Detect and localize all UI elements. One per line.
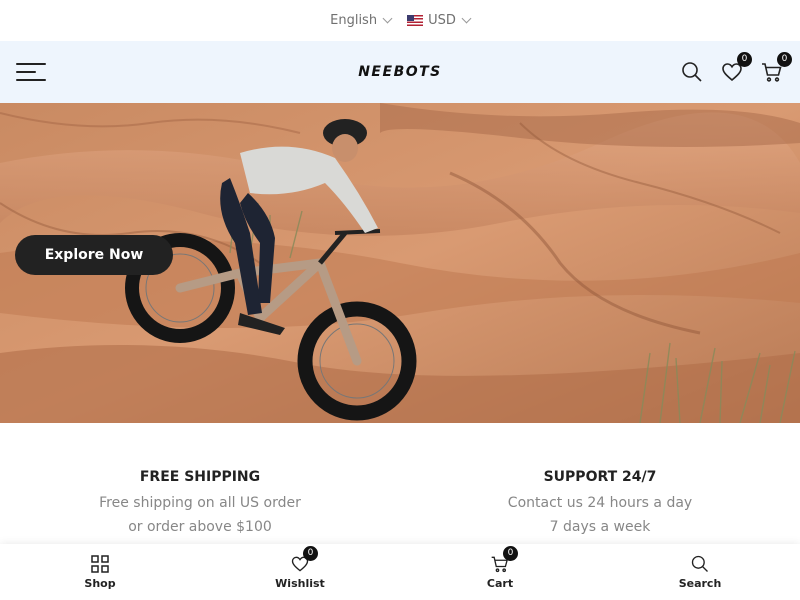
wishlist-count-badge: 0 xyxy=(737,52,752,67)
feature-text: Free shipping on all US order xyxy=(99,495,301,511)
nav-wishlist[interactable]: 0 Wishlist xyxy=(200,544,400,600)
cart-button[interactable]: 0 xyxy=(760,52,792,84)
currency-selector[interactable]: USD xyxy=(407,13,472,28)
cart-count-badge: 0 xyxy=(503,546,518,561)
grid-icon xyxy=(90,554,110,574)
feature-title: SUPPORT 24/7 xyxy=(543,469,657,485)
cart-count-badge: 0 xyxy=(777,52,792,67)
bottom-nav: Shop 0 Wishlist 0 Cart Search xyxy=(0,544,800,600)
us-flag-icon xyxy=(407,15,424,26)
feature-text: 7 days a week xyxy=(549,519,651,535)
search-icon xyxy=(690,554,710,574)
language-label: English xyxy=(330,13,378,28)
nav-search[interactable]: Search xyxy=(600,544,800,600)
header-actions: 0 0 xyxy=(680,52,792,84)
heart-icon: 0 xyxy=(290,546,318,574)
chevron-down-icon xyxy=(382,13,393,24)
features-section: FREE SHIPPING Free shipping on all US or… xyxy=(0,423,800,539)
nav-label: Search xyxy=(678,577,722,590)
wishlist-button[interactable]: 0 xyxy=(720,52,752,84)
nav-label: Wishlist xyxy=(275,577,325,590)
menu-icon[interactable] xyxy=(16,63,46,81)
currency-label: USD xyxy=(428,13,456,28)
nav-shop[interactable]: Shop xyxy=(0,544,200,600)
wishlist-count-badge: 0 xyxy=(303,546,318,561)
chevron-down-icon xyxy=(461,13,472,24)
site-logo[interactable]: NEEBOTS xyxy=(358,64,442,80)
hero-banner: Explore Now xyxy=(0,103,800,423)
nav-cart[interactable]: 0 Cart xyxy=(400,544,600,600)
explore-now-button[interactable]: Explore Now xyxy=(15,235,173,275)
feature-text: or order above $100 xyxy=(128,519,272,535)
nav-label: Shop xyxy=(84,577,116,590)
feature-text: Contact us 24 hours a day xyxy=(507,495,693,511)
top-bar: English USD xyxy=(0,0,800,41)
feature-support: SUPPORT 24/7 Contact us 24 hours a day 7… xyxy=(400,469,800,539)
feature-free-shipping: FREE SHIPPING Free shipping on all US or… xyxy=(0,469,400,539)
cart-icon: 0 xyxy=(490,546,518,574)
search-icon[interactable] xyxy=(680,60,704,84)
feature-title: FREE SHIPPING xyxy=(139,469,261,485)
language-selector[interactable]: English xyxy=(330,13,393,28)
site-header: NEEBOTS 0 0 xyxy=(0,41,800,103)
nav-label: Cart xyxy=(486,577,514,590)
